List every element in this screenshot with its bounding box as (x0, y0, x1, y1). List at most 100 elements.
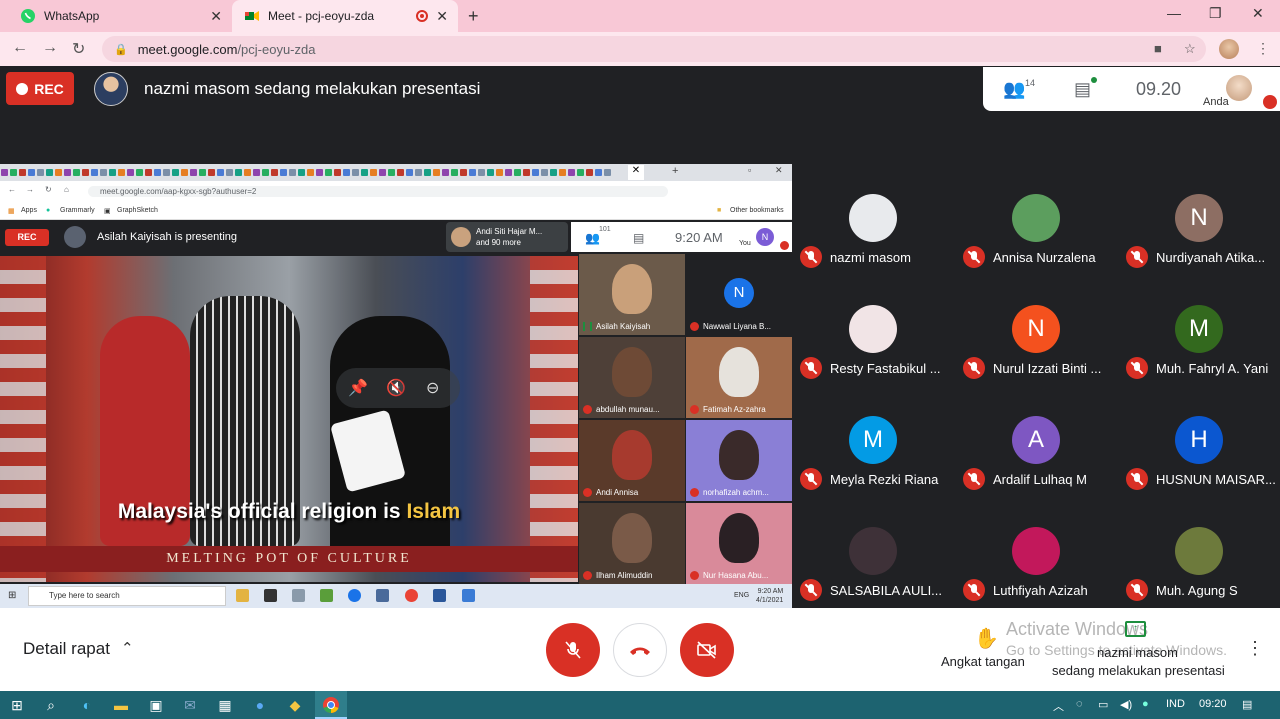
participant-tile[interactable]: H HUSNUN MAISAR... (1118, 386, 1280, 497)
tray-chevron-icon[interactable]: ︿ (1053, 698, 1064, 714)
participant-tile[interactable]: N Nurdiyanah Atika... (1118, 164, 1280, 275)
tab-whatsapp[interactable]: WhatsApp ✕ (8, 0, 232, 32)
shared-explorer-icon (236, 589, 249, 602)
mic-off-icon (1126, 468, 1148, 490)
participant-tile[interactable]: nazmi masom (792, 164, 955, 275)
participant-tile[interactable]: M Meyla Rezki Riana (792, 386, 955, 497)
mail-icon[interactable]: ✉ (181, 696, 199, 714)
meeting-details-button[interactable]: Detail rapat (23, 639, 110, 659)
more-options-icon[interactable]: ⋮ (1246, 638, 1264, 659)
input-language[interactable]: IND (1166, 698, 1185, 710)
profile-avatar[interactable] (1219, 39, 1239, 59)
presenter-avatar (94, 72, 128, 106)
shared-tab-favicon-icon (379, 169, 386, 176)
shared-tab-favicon-icon (190, 169, 197, 176)
taskbar-clock[interactable]: 09:20 (1199, 698, 1227, 710)
bookmark-grammarly: Grammarly (60, 207, 95, 214)
forward-icon[interactable]: → (42, 39, 58, 57)
close-tab-icon[interactable]: ✕ (210, 8, 222, 25)
presenting-status-name[interactable]: nazmi masom (1097, 645, 1178, 660)
shared-tab-favicon-icon (46, 169, 53, 176)
chat-icon[interactable]: ▤ (1074, 79, 1091, 100)
store-icon[interactable]: ▣ (147, 696, 165, 714)
mic-toggle-button[interactable] (546, 623, 600, 677)
presenting-status-text[interactable]: sedang melakukan presentasi (1052, 663, 1225, 678)
shared-tab-favicon-icon (442, 169, 449, 176)
url-bar[interactable]: 🔒 meet.google.com /pcj-eoyu-zda ■ ☆ (102, 36, 1206, 62)
app-tray-icon[interactable]: ● (1142, 698, 1149, 710)
file-explorer-icon[interactable]: ▬ (112, 696, 130, 714)
search-icon[interactable]: ⌕ (42, 696, 60, 714)
camera-off-icon (697, 641, 716, 659)
shared-tab-favicon-icon (100, 169, 107, 176)
chrome-taskbar-button[interactable] (315, 691, 347, 719)
shared-tab-favicon-icon (343, 169, 350, 176)
participant-tile[interactable]: SALSABILA AULI... (792, 497, 955, 608)
browser-menu-icon[interactable]: ⋮ (1256, 40, 1270, 57)
camera-icon[interactable]: ■ (1154, 41, 1162, 56)
participant-name: Ardalif Lulhaq M (993, 471, 1087, 487)
windows-start-icon[interactable]: ⊞ (8, 696, 26, 714)
participant-tile[interactable]: Muh. Agung S (1118, 497, 1280, 608)
participant-tile[interactable]: Annisa Nurzalena (955, 164, 1118, 275)
shared-top-right: 👥 101 ▤ 9:20 AM You N (571, 222, 792, 252)
mic-off-icon (963, 246, 985, 268)
participant-tile[interactable]: M Muh. Fahryl A. Yani (1118, 275, 1280, 386)
tile-name: Andi Annisa (596, 488, 639, 497)
calculator-icon[interactable]: ▦ (216, 696, 234, 714)
shared-chat-icon: ▤ (633, 231, 645, 245)
leave-call-button[interactable] (613, 623, 667, 677)
mic-off-icon (583, 488, 592, 497)
close-tab-icon[interactable]: ✕ (436, 8, 448, 25)
mic-off-icon (690, 322, 699, 331)
edge-icon[interactable]: ◐ (78, 696, 96, 714)
battery-icon[interactable]: ▭ (1098, 698, 1108, 711)
participant-label-row: HUSNUN MAISAR... (1126, 468, 1276, 490)
app-icon[interactable]: ◆ (286, 696, 304, 714)
reload-icon[interactable]: ↻ (72, 39, 85, 59)
people-icon[interactable]: 👥 (1003, 79, 1025, 100)
participant-tile[interactable]: Luthfiyah Azizah (955, 497, 1118, 608)
bookmark-star-icon[interactable]: ☆ (1184, 41, 1196, 57)
mic-off-icon (963, 579, 985, 601)
shared-clock-time: 9:20 AM (757, 588, 784, 595)
camera-toggle-button[interactable] (680, 623, 734, 677)
shared-app-icon (292, 589, 305, 602)
shared-tab-favicon-icon (19, 169, 26, 176)
minimize-icon[interactable]: — (1167, 5, 1181, 21)
participant-tile[interactable]: Resty Fastabikul ... (792, 275, 955, 386)
shared-tab-favicon-icon (568, 169, 575, 176)
shared-tab-favicon-icon (361, 169, 368, 176)
shared-tab-favicon-icon (487, 169, 494, 176)
back-icon[interactable]: ← (12, 39, 28, 57)
tab-meet[interactable]: Meet - pcj-eoyu-zda ✕ (232, 0, 458, 32)
maximize-icon[interactable]: ❐ (1209, 5, 1222, 22)
shared-you-mic-off-icon (780, 241, 789, 250)
volume-icon[interactable]: ◀) (1120, 698, 1132, 711)
zoom-icon[interactable]: ● (251, 696, 269, 714)
chevron-up-icon[interactable]: ⌃ (121, 639, 134, 657)
new-tab-button[interactable]: + (468, 6, 479, 27)
network-icon[interactable]: ◌ (1076, 698, 1083, 710)
shared-tile: Asilah Kaiyisah (579, 254, 685, 335)
shared-tab-favicon-icon (235, 169, 242, 176)
participant-tile[interactable]: N Nurul Izzati Binti ... (955, 275, 1118, 386)
raise-hand-icon[interactable]: ✋ (974, 626, 999, 651)
tab-title: Meet - pcj-eoyu-zda (268, 9, 375, 23)
tile-name: Asilah Kaiyisah (596, 322, 651, 331)
shared-tab-favicon-icon (118, 169, 125, 176)
shared-tab-favicon-icon (604, 169, 611, 176)
present-screen-icon[interactable]: ↑ (1125, 621, 1146, 637)
close-window-icon[interactable]: ✕ (1252, 5, 1264, 22)
self-avatar[interactable] (1226, 75, 1252, 101)
chat-unread-dot (1091, 77, 1097, 83)
notifications-icon[interactable]: ▤ (1242, 698, 1252, 711)
shared-tab-favicon-icon (523, 169, 530, 176)
folder-icon: ■ (717, 207, 722, 214)
participant-avatar (849, 305, 897, 353)
participant-avatar: N (1012, 305, 1060, 353)
participant-label-row: SALSABILA AULI... (800, 579, 942, 601)
tile-hover-controls: 📌 🔇 ⊖ (336, 368, 460, 408)
meet-control-bar: Detail rapat ⌃ ✋ Angkat tangan Activate … (0, 608, 1280, 691)
participant-tile[interactable]: A Ardalif Lulhaq M (955, 386, 1118, 497)
